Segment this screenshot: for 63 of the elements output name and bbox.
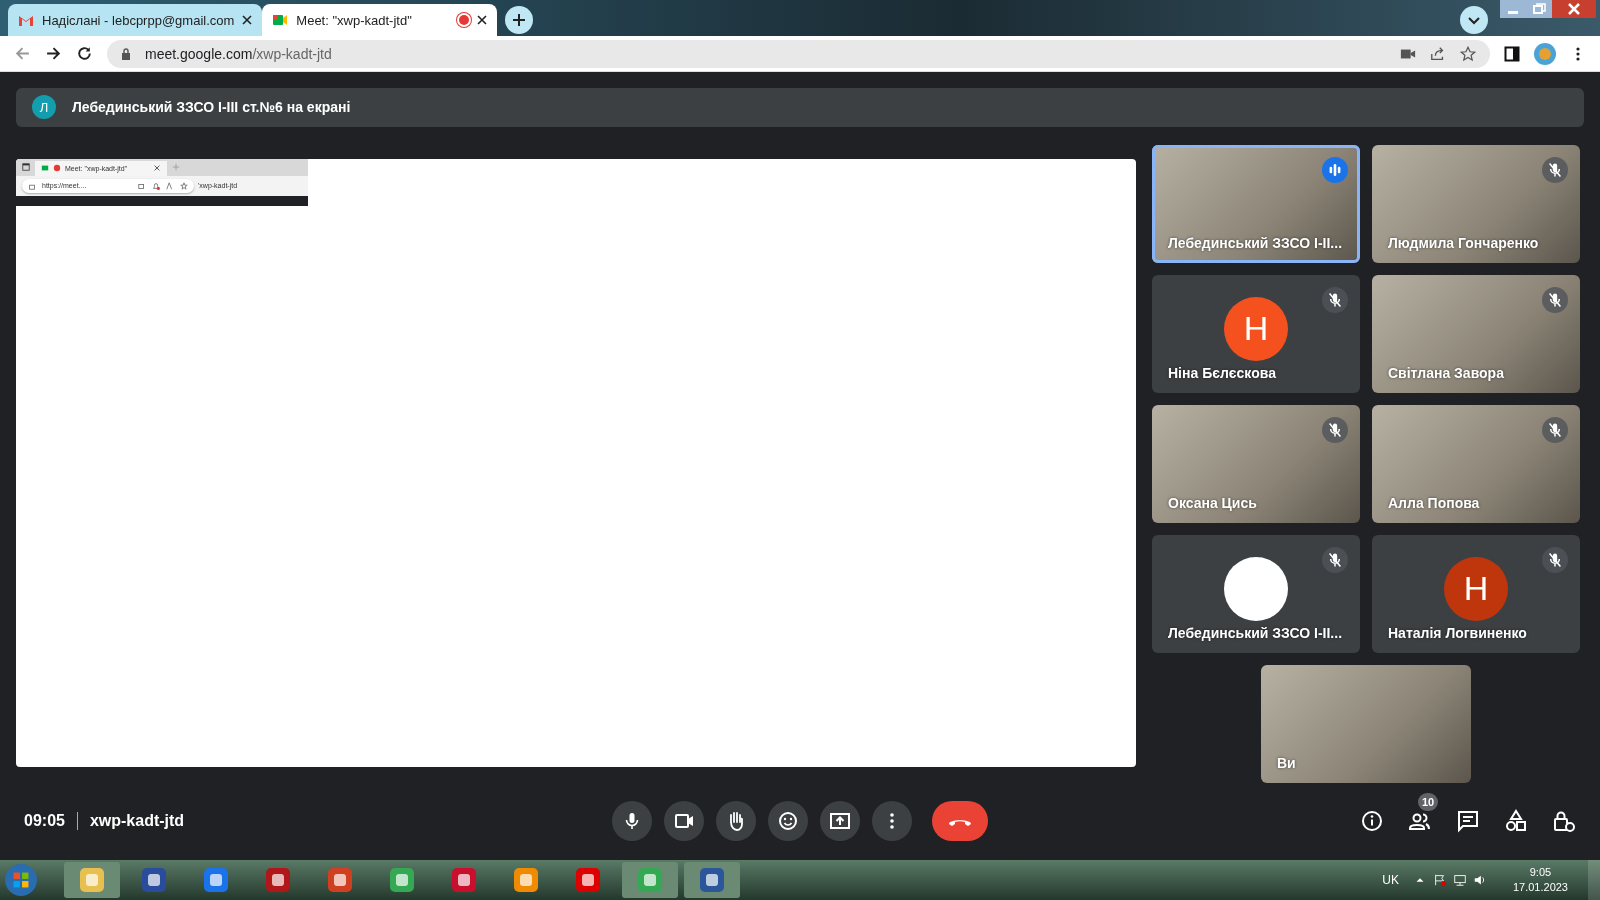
meeting-code: xwp-kadt-jtd [89, 812, 185, 831]
participant-name: Лебединський ЗЗСО І-ІІ... [1168, 234, 1343, 251]
raise-hand-button[interactable] [716, 801, 756, 842]
close-icon[interactable] [242, 15, 253, 25]
presenter-avatar: Л [32, 95, 56, 120]
camera-icon [138, 181, 146, 190]
recording-indicator-icon [53, 164, 61, 173]
language-indicator[interactable]: UK [1382, 873, 1399, 887]
start-button[interactable] [4, 863, 38, 897]
mail-envelope-icon [18, 14, 34, 26]
back-arrow-icon[interactable] [14, 45, 31, 62]
lock-icon [121, 47, 131, 60]
participant-name: Ви [1277, 754, 1296, 771]
forward-arrow-icon[interactable] [45, 45, 62, 62]
bell-icon [152, 181, 160, 190]
camera-button[interactable] [664, 801, 704, 842]
read-aloud-icon [166, 181, 174, 190]
emoji-button[interactable] [768, 801, 808, 842]
avatar-circle: Н [1444, 556, 1508, 621]
browser-tab[interactable]: Надіслані - lebcprpp@gmail.com [8, 4, 263, 36]
window-icon [22, 163, 30, 172]
presenting-label: Лебединський ЗЗСО І-ІІІ ст.№6 на екрані [72, 99, 351, 116]
share-icon[interactable] [1430, 45, 1446, 62]
new-tab-button[interactable] [505, 6, 534, 34]
reload-icon[interactable] [76, 45, 93, 62]
browser-tab[interactable]: Meet: "xwp-kadt-jtd" [262, 4, 498, 36]
participant-name: Лебединський ЗЗСО І-ІІ... [1168, 624, 1343, 641]
favorites-icon [180, 181, 188, 190]
participant-name: Оксана Цись [1168, 494, 1257, 511]
profile-avatar-icon[interactable] [1534, 42, 1556, 65]
info-icon[interactable] [1360, 809, 1384, 834]
more-options-button[interactable] [872, 801, 912, 842]
leave-call-button[interactable] [932, 801, 988, 842]
chat-icon[interactable] [1456, 809, 1480, 834]
host-controls-icon[interactable] [1552, 809, 1576, 834]
speaker-icon[interactable] [1472, 873, 1487, 887]
plus-icon [172, 163, 180, 172]
flag-icon[interactable] [1432, 873, 1447, 887]
side-panel-icon[interactable] [1504, 45, 1520, 62]
participant-name: Світлана Завора [1388, 364, 1504, 381]
participant-name: Ніна Бєлєскова [1168, 364, 1276, 381]
clock-date: 17.01.2023 [1512, 880, 1568, 895]
close-icon[interactable] [477, 15, 488, 25]
microphone-button[interactable] [612, 801, 652, 842]
tab-title: Надіслані - lebcprpp@gmail.com [42, 12, 235, 28]
present-screen-button[interactable] [820, 801, 860, 842]
participant-name: Наталія Логвиненко [1388, 624, 1527, 641]
star-icon[interactable] [1460, 45, 1476, 62]
close-icon [153, 164, 161, 173]
tab-title: Meet: "xwp-kadt-jtd" [296, 12, 413, 28]
close-window-button[interactable] [1552, 0, 1596, 18]
participant-count-badge: 10 [1418, 793, 1439, 812]
address-bar[interactable]: meet.google.com/xwp-kadt-jtd [107, 39, 1490, 68]
video-camera-icon [272, 14, 289, 26]
avatar-circle: Н [1224, 296, 1288, 361]
tab-search-button[interactable] [1460, 6, 1488, 34]
clock-time: 9:05 [1529, 865, 1552, 880]
participant-name: Людмила Гончаренко [1388, 234, 1539, 251]
meeting-time: 09:05 [24, 812, 65, 831]
network-icon[interactable] [1452, 873, 1467, 887]
participant-name: Алла Попова [1388, 494, 1480, 511]
activities-icon[interactable] [1504, 809, 1528, 834]
video-camera-icon [41, 164, 49, 173]
